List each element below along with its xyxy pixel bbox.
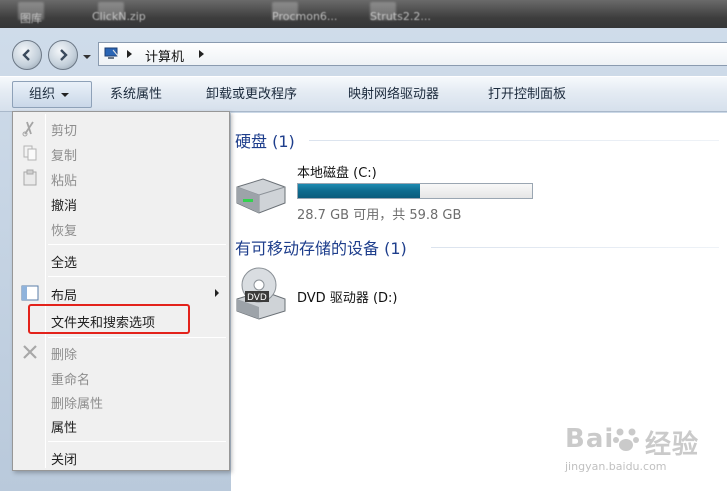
menu-item-label: 关闭 (51, 453, 78, 468)
menu-item-label: 全选 (51, 256, 78, 271)
watermark-logo-text-2: 经验 (645, 430, 700, 460)
organize-menu: 剪切 复制 粘贴 撤消 恢复 全选 布局 文件夹和搜索选项 删除 重命名 删除属… (12, 111, 230, 471)
delete-icon (23, 345, 37, 359)
menu-item-copy[interactable]: 复制 (13, 141, 229, 165)
group-divider (309, 140, 719, 141)
menu-item-redo[interactable]: 恢复 (13, 216, 229, 240)
desktop-label-3: Procmon6... (272, 10, 338, 23)
svg-text:DVD: DVD (247, 293, 267, 303)
command-bar: 组织 系统属性 卸载或更改程序 映射网络驱动器 打开控制面板 (0, 76, 727, 112)
menu-item-label: 剪切 (51, 124, 78, 139)
menu-item-paste[interactable]: 粘贴 (13, 166, 229, 190)
submenu-chevron-icon (215, 289, 219, 297)
desktop-label-2: ClickN.zip (92, 10, 146, 23)
menu-item-properties[interactable]: 属性 (13, 413, 229, 437)
group-title-hard-disks[interactable]: 硬盘 (1) (235, 128, 295, 152)
menu-item-label: 复制 (51, 149, 78, 164)
disk-usage-fill (298, 184, 420, 198)
breadcrumb-chevron-icon[interactable] (199, 50, 204, 58)
computer-icon (104, 47, 119, 59)
back-arrow-icon (22, 49, 30, 61)
chevron-down-icon (61, 92, 70, 97)
dvd-drive-name[interactable]: DVD 驱动器 (D:) (297, 287, 397, 306)
menu-item-rename[interactable]: 重命名 (13, 365, 229, 389)
menu-item-label: 重命名 (51, 373, 91, 388)
menu-item-label: 删除 (51, 348, 78, 363)
watermark-logo-text: Bai (565, 424, 615, 454)
menu-item-layout[interactable]: 布局 (13, 281, 229, 305)
recent-pages-chevron-icon[interactable] (82, 52, 92, 62)
menu-item-undo[interactable]: 撤消 (13, 191, 229, 215)
desktop-label-4: Struts2.2... (370, 10, 431, 23)
local-disk-name[interactable]: 本地磁盘 (C:) (297, 162, 377, 181)
back-button[interactable] (12, 40, 42, 70)
organize-label: 组织 (29, 87, 56, 102)
menu-item-select-all[interactable]: 全选 (13, 248, 229, 272)
menu-item-label: 撤消 (51, 199, 78, 214)
menu-separator (48, 276, 226, 277)
breadcrumb-chevron-icon[interactable] (127, 50, 132, 58)
organize-button[interactable]: 组织 (12, 81, 92, 108)
paste-icon (23, 169, 37, 186)
copy-icon (23, 145, 37, 161)
highlight-annotation-box (28, 304, 190, 334)
menu-separator (48, 244, 226, 245)
group-title-removable[interactable]: 有可移动存储的设备 (1) (235, 235, 407, 259)
forward-button[interactable] (48, 40, 78, 70)
menu-separator (48, 337, 226, 338)
layout-icon (21, 285, 39, 301)
hard-drive-icon[interactable] (233, 173, 287, 217)
menu-item-label: 恢复 (51, 224, 78, 239)
disk-usage-bar (297, 183, 533, 199)
menu-item-delete[interactable]: 删除 (13, 340, 229, 364)
uninstall-program-button[interactable]: 卸载或更改程序 (196, 77, 307, 113)
menu-item-remove-properties[interactable]: 删除属性 (13, 389, 229, 413)
menu-item-label: 粘贴 (51, 174, 78, 189)
menu-separator (48, 441, 226, 442)
dvd-drive-icon[interactable]: DVD (233, 265, 287, 321)
paw-icon (613, 428, 639, 451)
open-control-panel-button[interactable]: 打开控制面板 (478, 77, 576, 113)
system-properties-button[interactable]: 系统属性 (100, 77, 172, 113)
watermark-url: jingyan.baidu.com (565, 460, 667, 473)
menu-item-cut[interactable]: 剪切 (13, 116, 229, 140)
scissors-icon (22, 121, 34, 137)
breadcrumb-computer[interactable]: 计算机 (145, 46, 184, 65)
desktop-label-1: 图库 (20, 12, 42, 25)
local-disk-size: 28.7 GB 可用，共 59.8 GB (297, 208, 462, 223)
menu-item-close[interactable]: 关闭 (13, 445, 229, 469)
baidu-watermark: Bai 经验 jingyan.baidu.com (565, 424, 715, 480)
map-network-drive-button[interactable]: 映射网络驱动器 (338, 77, 449, 113)
forward-arrow-icon (60, 49, 68, 61)
menu-item-label: 删除属性 (51, 397, 104, 412)
address-bar[interactable]: 计算机 (98, 42, 727, 66)
menu-item-label: 属性 (51, 421, 78, 436)
group-divider (431, 247, 719, 248)
menu-item-label: 布局 (51, 289, 78, 304)
